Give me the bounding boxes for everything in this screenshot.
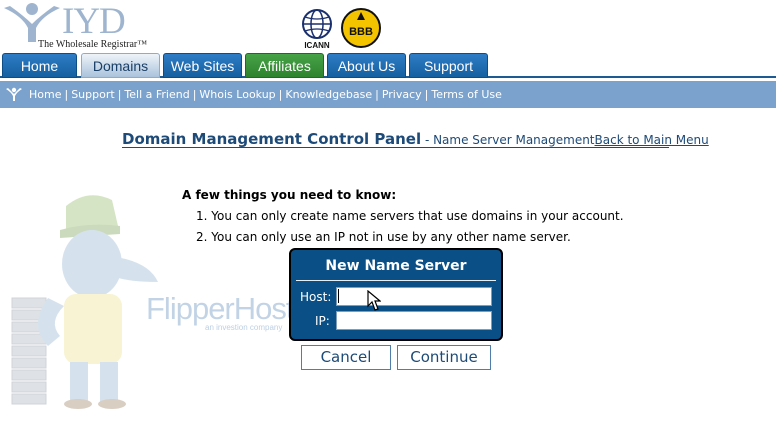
panel-title-subtitle: - Name Server Management (421, 133, 595, 147)
ip-label: IP: (315, 314, 330, 328)
title-divider (122, 147, 669, 148)
subnav-links: Home | Support | Tell a Friend | Whois Lookup |… (29, 81, 502, 108)
panel-title-main: Domain Management Control Panel (122, 130, 422, 148)
dialog-divider (296, 280, 496, 281)
icann-badge[interactable]: ICANN (296, 8, 338, 52)
dialog-title: New Name Server (325, 258, 467, 274)
info-heading: A few things you need to know: (182, 188, 397, 202)
subnav-terms-of-use-link[interactable]: Terms of Use (431, 88, 502, 101)
subnav-separator: | (192, 88, 197, 101)
bbb-label: BBB (349, 26, 373, 38)
tab-about-us[interactable]: About Us (327, 53, 406, 78)
logo-small-icon (6, 87, 22, 101)
tab-home[interactable]: Home (2, 53, 77, 78)
tab-affiliates[interactable]: Affiliates (245, 53, 324, 78)
info-list: 1. You can only create name servers that… (196, 208, 624, 250)
subnav-separator: | (278, 88, 283, 101)
host-label: Host: (300, 290, 332, 304)
back-to-main-menu-link[interactable]: Back to Main Menu (595, 133, 709, 147)
subnav-support-link[interactable]: Support (71, 88, 114, 101)
subnav-privacy-link[interactable]: Privacy (382, 88, 422, 101)
text-caret (338, 289, 339, 303)
continue-button[interactable]: Continue (397, 345, 491, 370)
subnav-separator: | (424, 88, 429, 101)
bbb-seal[interactable]: BBB (341, 8, 381, 48)
cancel-button[interactable]: Cancel (301, 345, 391, 370)
host-input[interactable] (336, 287, 492, 306)
mouse-pointer-icon (367, 290, 381, 311)
logo-wordmark: IYD (62, 1, 126, 42)
subnav-separator: | (375, 88, 379, 101)
globe-icon (302, 9, 332, 39)
logo-figure-icon (4, 3, 60, 42)
tab-domains[interactable]: Domains (81, 53, 160, 78)
main-nav-tabs: Home Domains Web Sites Affiliates About … (0, 53, 776, 78)
info-item: 2. You can only use an IP not in use by … (196, 230, 571, 244)
sub-navigation: Home | Support | Tell a Friend | Whois Lookup |… (0, 81, 776, 108)
info-item: 1. You can only create name servers that… (196, 209, 624, 223)
tab-support[interactable]: Support (409, 53, 488, 78)
subnav-whois-lookup-link[interactable]: Whois Lookup (199, 88, 275, 101)
tab-web-sites[interactable]: Web Sites (163, 53, 242, 78)
watermark-brand: FlipperHost (146, 291, 294, 326)
subnav-separator: | (64, 88, 69, 101)
logo-tagline: The Wholesale Registrar™ (38, 39, 148, 50)
page-title: Domain Management Control Panel - Name S… (122, 129, 709, 148)
subnav-home-link[interactable]: Home (29, 88, 61, 101)
ip-input[interactable] (336, 311, 492, 330)
subnav-separator: | (117, 88, 122, 101)
iyd-logo[interactable]: IYD The Wholesale Registrar™ (2, 2, 162, 52)
subnav-tell-a-friend-link[interactable]: Tell a Friend (124, 88, 189, 101)
subnav-knowledgebase-link[interactable]: Knowledgebase (285, 88, 372, 101)
new-name-server-dialog: New Name Server Host: IP: (289, 248, 503, 341)
watermark-tagline: an investion company (205, 323, 283, 332)
icann-label: ICANN (304, 41, 330, 50)
bbb-seal-icon: BBB (341, 8, 381, 48)
